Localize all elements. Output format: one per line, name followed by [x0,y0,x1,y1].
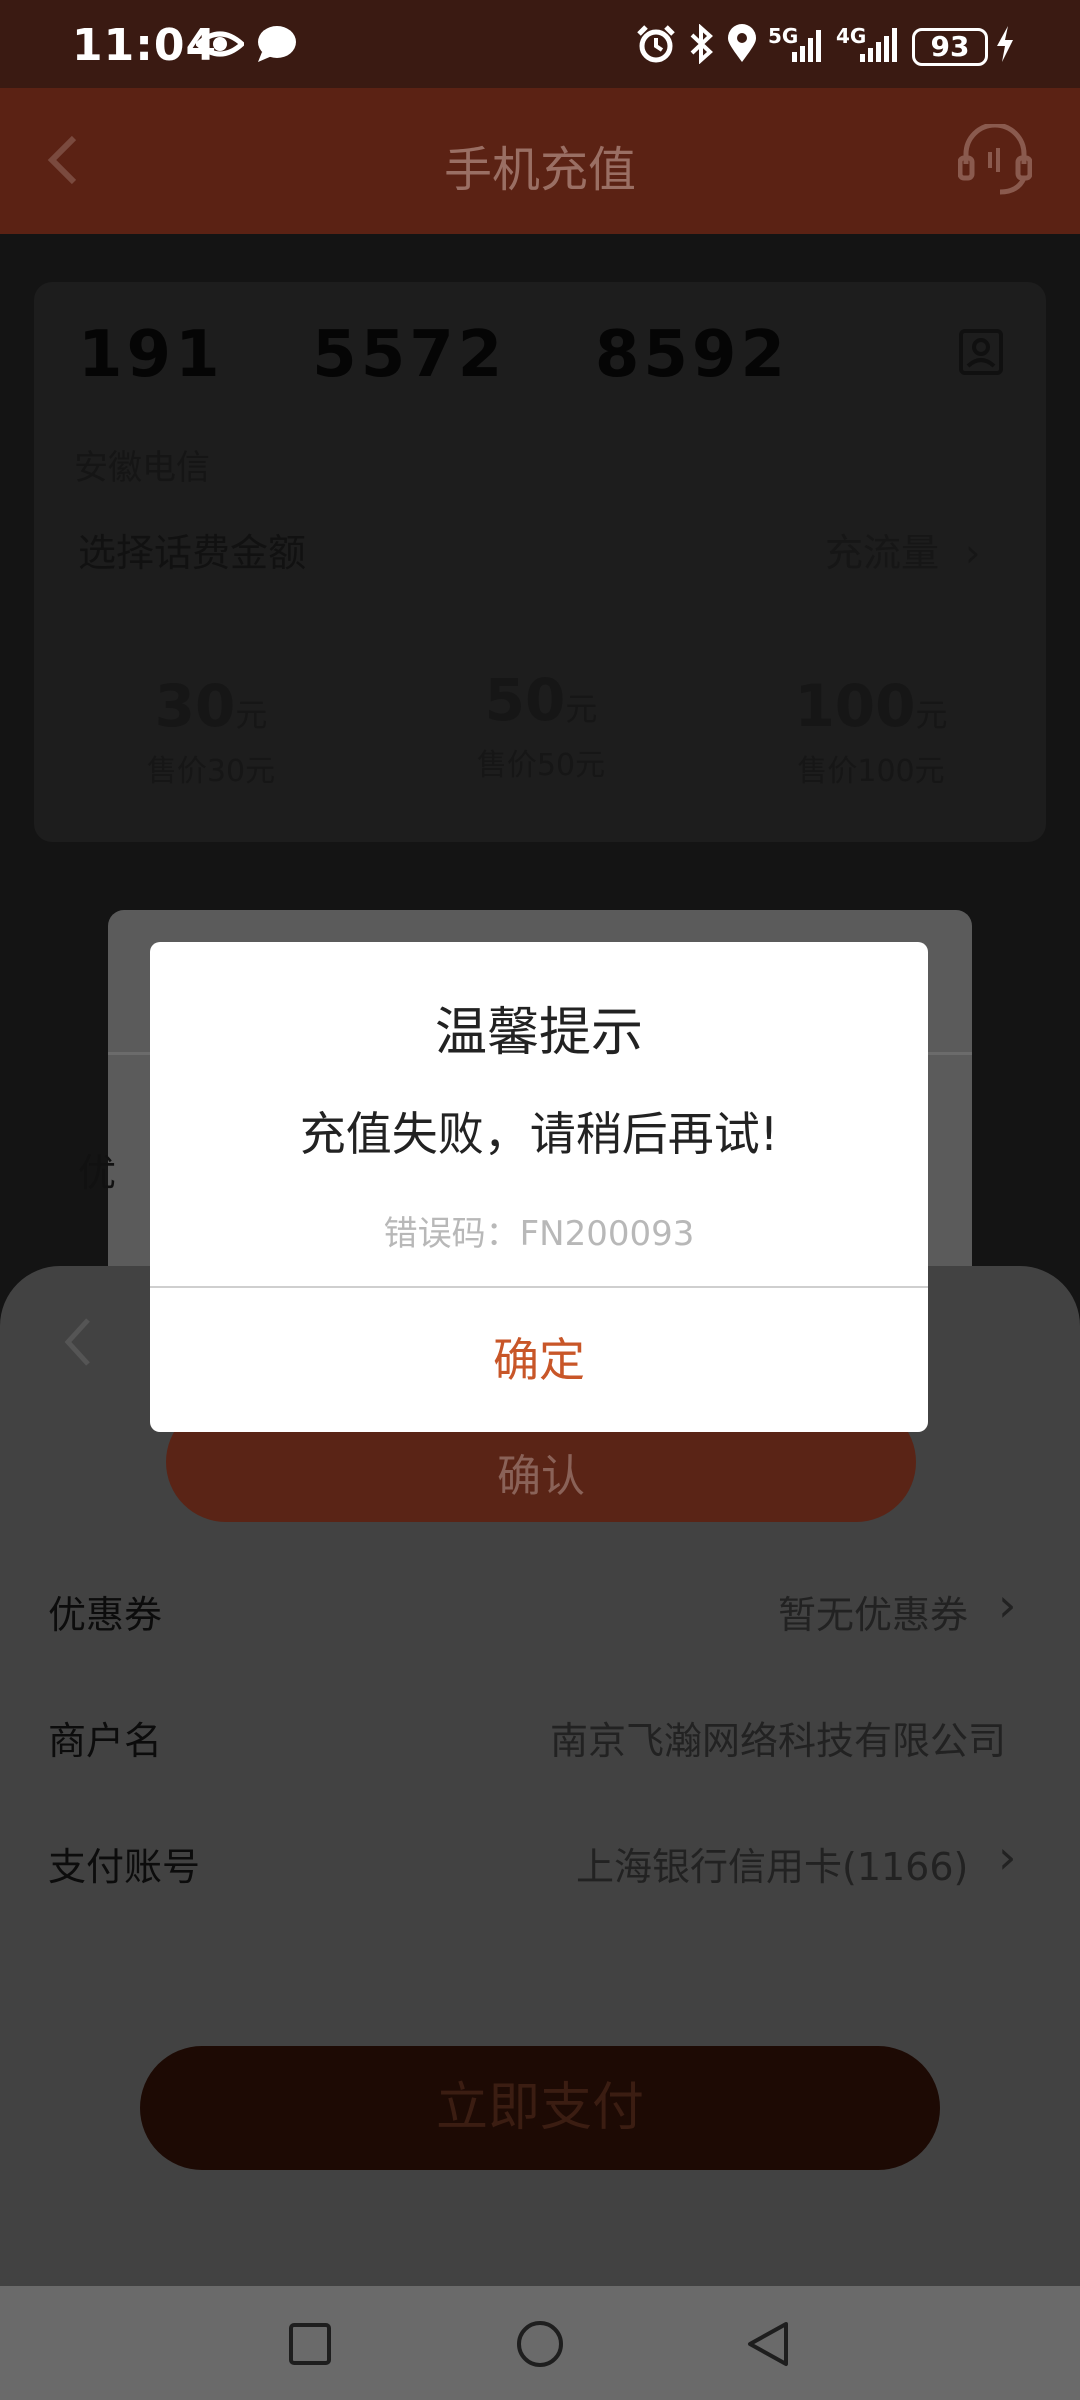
error-code: 错误码：FN200093 [383,1214,695,1254]
data-recharge-label: 充流量 [825,531,940,575]
amount-option-100[interactable]: 100元 售价100元 [716,672,1026,790]
sheet-back-icon[interactable] [62,1316,92,1368]
chevron-right-icon: › [965,531,981,575]
payment-account-label: 支付账号 [48,1845,201,1889]
amount-value: 30 [154,672,236,740]
amount-price: 售价50元 [476,748,606,783]
page-title: 手机充值 [443,142,636,198]
message-icon [258,26,296,62]
amount-option-50[interactable]: 50元 售价50元 [386,666,696,784]
chevron-right-icon: › [998,1578,1017,1632]
payment-account-row[interactable]: 支付账号 上海银行信用卡(1166) › [0,1828,1080,1898]
eye-icon [196,31,244,57]
battery-indicator: 93 [912,28,988,66]
alarm-icon [637,25,675,63]
dialog-message: 充值失败，请稍后再试! [299,1107,779,1161]
charging-icon [997,26,1013,62]
customer-service-icon[interactable] [958,124,1032,196]
coupon-row[interactable]: 优惠券 暂无优惠券 › [0,1576,1080,1646]
status-bar: 11:04 5G 4G 93 [0,0,1080,88]
select-amount-label: 选择话费金额 [78,531,307,575]
back-nav-icon[interactable] [746,2320,790,2368]
amount-price: 售价100元 [797,754,945,789]
amount-unit: 元 [235,696,268,734]
merchant-value: 南京飞瀚网络科技有限公司 [550,1719,1007,1763]
navigation-bar [0,2286,1080,2400]
chevron-right-icon: › [998,1830,1017,1884]
phone-number: 191 5572 8592 [78,318,789,392]
coupon-label-partial: 优 [78,1151,117,1195]
dialog-title: 温馨提示 [434,1003,643,1063]
app-header: 手机充值 [0,88,1080,234]
home-icon[interactable] [516,2320,564,2368]
location-icon [728,24,756,62]
carrier-label: 安徽电信 [74,448,210,488]
coupon-value: 暂无优惠券 [778,1593,969,1637]
merchant-row: 商户名 南京飞瀚网络科技有限公司 [0,1702,1080,1772]
recent-apps-icon[interactable] [288,2322,332,2366]
amount-option-30[interactable]: 30元 售价30元 [56,672,366,790]
payment-account-value: 上海银行信用卡(1166) [576,1845,969,1889]
bluetooth-icon [690,24,713,64]
amount-unit: 元 [915,696,948,734]
contacts-icon[interactable] [958,328,1004,376]
coupon-label: 优惠券 [48,1593,163,1637]
amount-unit: 元 [565,690,598,728]
signal-5g-icon [792,30,821,62]
merchant-label: 商户名 [48,1719,163,1763]
pay-now-button[interactable]: 立即支付 [140,2046,940,2170]
amount-value: 50 [484,666,566,734]
data-recharge-link[interactable]: 充流量 › [825,522,980,577]
ok-button[interactable]: 确定 [150,1288,928,1432]
amount-value: 100 [794,672,916,740]
signal-4g-icon [860,28,897,62]
amount-price: 售价30元 [146,754,276,789]
